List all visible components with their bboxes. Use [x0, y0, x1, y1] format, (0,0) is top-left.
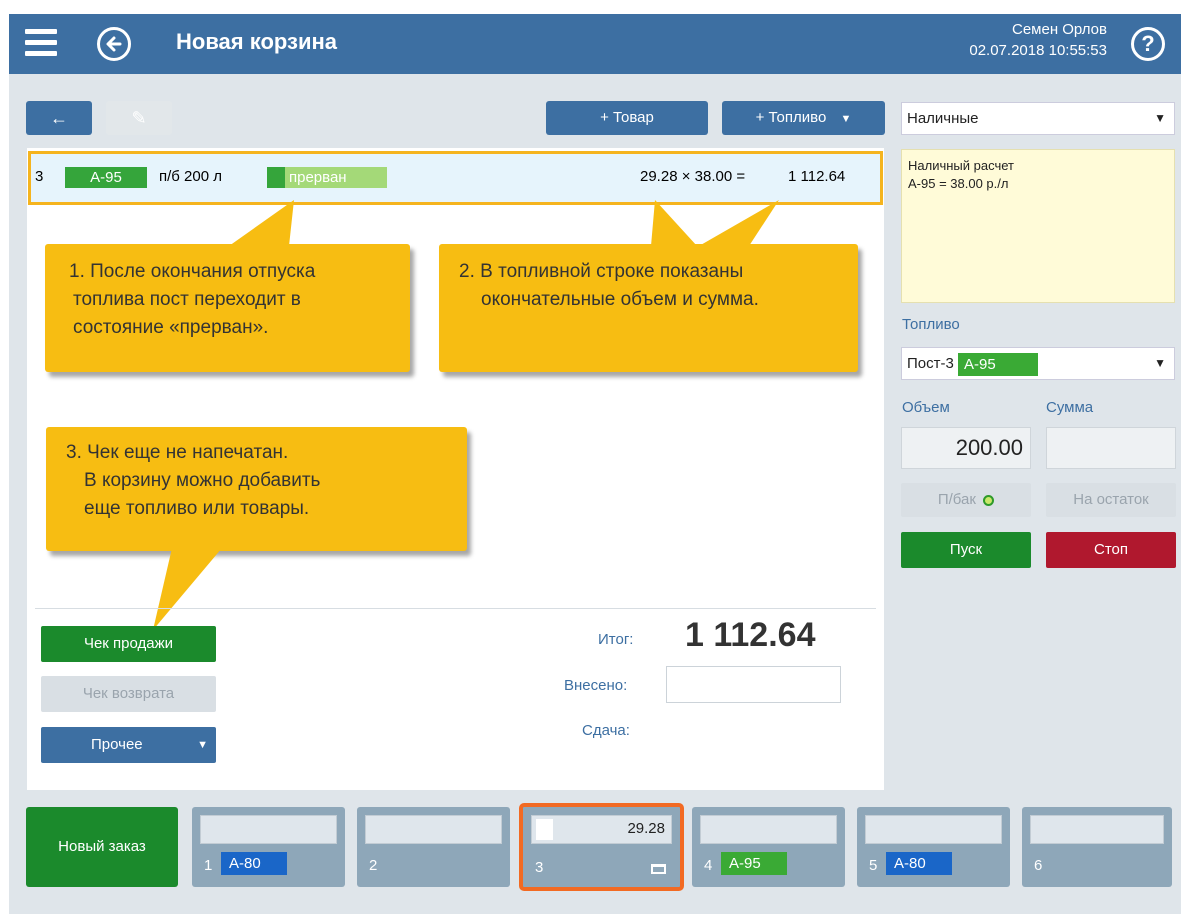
- fuel-type-badge: А-95: [65, 167, 147, 188]
- callout-2: 2. В топливной строке показаны окончател…: [439, 244, 858, 372]
- app-window: Новая корзина Семен Орлов 02.07.2018 10:…: [9, 14, 1181, 914]
- fuel-sum: 1 112.64: [788, 168, 846, 185]
- order-tile-progress: [700, 815, 837, 844]
- volume-label: Объем: [902, 399, 950, 416]
- order-tile-number: 3: [535, 859, 544, 876]
- callout-2-pointer: [651, 200, 779, 246]
- order-tile-number: 4: [704, 857, 713, 874]
- sale-receipt-button[interactable]: Чек продажи: [41, 626, 216, 662]
- divider: [35, 608, 876, 609]
- payment-note: Наличный расчет А-95 = 38.00 р./л: [901, 149, 1175, 303]
- other-dropdown-button[interactable]: Прочее ▼: [41, 727, 216, 763]
- total-value: 1 112.64: [685, 616, 816, 654]
- order-tile-number: 2: [369, 857, 378, 874]
- order-tile-4[interactable]: 4 А-95: [692, 807, 845, 887]
- order-tile-2[interactable]: 2: [357, 807, 510, 887]
- order-tile-fuel-badge: А-80: [221, 852, 287, 875]
- callout-1: 1. После окончания отпуска топлива пост …: [45, 244, 410, 372]
- order-tile-volume: 29.28: [627, 820, 665, 837]
- full-tank-label: П/бак: [937, 491, 976, 508]
- add-product-button[interactable]: + Товар: [546, 101, 708, 135]
- status-dot-icon: [983, 494, 995, 506]
- fuel-mode: п/б 200 л: [159, 168, 222, 185]
- back-arrow-icon: ←: [50, 108, 68, 128]
- sum-input[interactable]: [1046, 427, 1176, 469]
- hamburger-menu-icon[interactable]: [25, 29, 57, 57]
- back-button[interactable]: ←: [26, 101, 92, 135]
- user-info: Семен Орлов 02.07.2018 10:55:53: [969, 19, 1107, 61]
- back-arrow-icon[interactable]: [97, 27, 131, 61]
- stop-button[interactable]: Стоп: [1046, 532, 1176, 568]
- fuel-line-row[interactable]: 3 А-95 п/б 200 л прерван 29.28 × 38.00 =…: [28, 151, 883, 205]
- remainder-button[interactable]: На остаток: [1046, 483, 1176, 517]
- other-label: Прочее: [91, 736, 143, 753]
- post-number: 3: [35, 168, 44, 185]
- post-select-prefix: Пост-3: [907, 355, 954, 372]
- order-tile-number: 5: [869, 857, 878, 874]
- payment-type-value: Наличные: [907, 110, 979, 127]
- post-select[interactable]: Пост-3 А-95 ▼: [901, 347, 1175, 380]
- order-tile-5[interactable]: 5 А-80: [857, 807, 1010, 887]
- order-tile-6[interactable]: 6: [1022, 807, 1172, 887]
- chevron-down-icon: ▼: [1154, 111, 1166, 125]
- volume-input[interactable]: 200.00: [901, 427, 1031, 469]
- change-label: Сдача:: [582, 722, 630, 739]
- top-bar: Новая корзина Семен Орлов 02.07.2018 10:…: [9, 14, 1181, 74]
- new-order-button[interactable]: Новый заказ: [26, 807, 178, 887]
- add-fuel-button[interactable]: + Топливо ▼: [722, 101, 885, 135]
- chevron-down-icon: ▼: [1154, 356, 1166, 370]
- progress-fill: [536, 819, 553, 840]
- basket-icon: [651, 864, 666, 874]
- chevron-down-icon: ▼: [197, 739, 208, 751]
- callout-1-pointer: [229, 200, 294, 246]
- callout-3-pointer: [153, 548, 222, 630]
- post-select-fuel-badge: А-95: [958, 352, 1039, 376]
- fuel-calculation: 29.28 × 38.00 =: [640, 168, 746, 185]
- paid-label: Внесено:: [564, 677, 628, 694]
- order-tile-progress: [865, 815, 1002, 844]
- full-tank-button[interactable]: П/бак: [901, 483, 1031, 517]
- order-tile-fuel-badge: А-80: [886, 852, 952, 875]
- order-tile-progress: 29.28: [531, 815, 672, 844]
- chevron-down-icon: ▼: [840, 113, 852, 125]
- sum-label: Сумма: [1046, 399, 1094, 416]
- order-tile-fuel-badge: А-95: [721, 852, 787, 875]
- order-tile-number: 1: [204, 857, 213, 874]
- current-datetime: 02.07.2018 10:55:53: [969, 42, 1107, 59]
- order-tile-progress: [365, 815, 502, 844]
- total-label: Итог:: [598, 631, 634, 648]
- status-badge: прерван: [267, 167, 387, 188]
- order-tile-progress: [200, 815, 337, 844]
- order-tile-progress: [1030, 815, 1164, 844]
- paid-input[interactable]: [666, 666, 841, 703]
- order-tile-3-active[interactable]: 29.28 3: [519, 803, 684, 891]
- fuel-section-label: Топливо: [902, 316, 960, 333]
- help-icon[interactable]: ?: [1131, 27, 1165, 61]
- order-tile-number: 6: [1034, 857, 1043, 874]
- add-fuel-label: + Топливо: [755, 109, 827, 126]
- start-button[interactable]: Пуск: [901, 532, 1031, 568]
- page-title: Новая корзина: [176, 29, 338, 54]
- callout-3: 3. Чек еще не напечатан. В корзину можно…: [46, 427, 467, 551]
- edit-button[interactable]: ✎: [106, 101, 172, 135]
- pencil-icon: ✎: [131, 108, 147, 128]
- order-tile-1[interactable]: 1 А-80: [192, 807, 345, 887]
- return-receipt-button[interactable]: Чек возврата: [41, 676, 216, 712]
- user-name: Семен Орлов: [1011, 21, 1107, 38]
- payment-type-select[interactable]: Наличные ▼: [901, 102, 1175, 135]
